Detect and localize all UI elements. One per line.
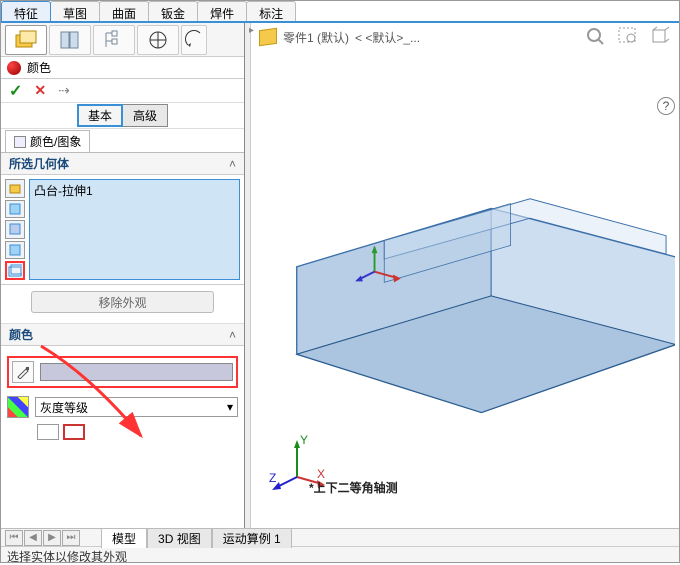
section-color-title: 颜色	[9, 326, 33, 343]
pin-button[interactable]: ⇢	[58, 82, 70, 99]
tab-nav-first[interactable]: ⏮	[5, 530, 23, 546]
bottom-tab-motion[interactable]: 运动算例 1	[212, 528, 292, 548]
zoom-fit-button[interactable]	[583, 25, 609, 47]
display-manager-button[interactable]	[181, 25, 207, 55]
dropdown-icon: ▾	[227, 400, 233, 414]
filter-feature-button[interactable]	[5, 261, 25, 280]
filter-assembly-button[interactable]	[5, 179, 25, 198]
svg-text:Z: Z	[269, 471, 276, 485]
feature-manager-icon	[14, 29, 38, 51]
tab-sheetmetal[interactable]: 钣金	[148, 1, 198, 21]
ribbon-tabs: 特征 草图 曲面 钣金 焊件 标注	[1, 1, 679, 23]
property-manager-button[interactable]	[49, 25, 91, 55]
mode-advanced-button[interactable]: 高级	[123, 104, 168, 127]
3d-viewport[interactable]: Y X Z *上下二等角轴测	[249, 53, 675, 500]
confirm-row: ✓ ✕ ⇢	[1, 79, 244, 103]
tab-nav-prev[interactable]: ◀	[24, 530, 42, 546]
view-label: *上下二等角轴测	[309, 479, 398, 496]
collapse-icon-2: ˄	[229, 328, 236, 342]
filter-part-button[interactable]	[5, 200, 25, 219]
status-bar: 选择实体以修改其外观	[1, 546, 679, 562]
mode-row: 基本 高级	[1, 103, 244, 129]
configuration-manager-icon	[102, 29, 126, 51]
view-tools	[583, 25, 673, 47]
cancel-button[interactable]: ✕	[34, 82, 46, 99]
subtab-label: 颜色/图象	[30, 133, 81, 150]
image-swatch-icon	[14, 136, 26, 148]
display-manager-icon	[184, 29, 204, 51]
palette-value: 灰度等级	[40, 399, 88, 416]
remove-row: 移除外观	[1, 285, 244, 324]
eyedropper-icon	[16, 365, 30, 379]
palette-select[interactable]: 灰度等级 ▾	[35, 397, 238, 417]
ok-button[interactable]: ✓	[9, 81, 22, 101]
geometry-item[interactable]: 凸台-拉伸1	[34, 182, 235, 199]
tab-surface[interactable]: 曲面	[99, 1, 149, 21]
expand-handle[interactable]: ▸	[249, 25, 254, 36]
section-color-header[interactable]: 颜色 ˄	[1, 324, 244, 346]
color-swatch[interactable]	[40, 363, 233, 381]
geometry-area: 凸台-拉伸1	[1, 175, 244, 285]
panel-header: 颜色	[1, 57, 244, 79]
eyedropper-button[interactable]	[12, 361, 34, 383]
property-manager-icon	[58, 29, 82, 51]
tab-sketch[interactable]: 草图	[50, 1, 100, 21]
viewport-area: ▸ 零件1 (默认) < <默认>_...	[245, 23, 679, 528]
appearance-icon	[7, 61, 21, 75]
zoom-area-icon	[617, 26, 639, 46]
zoom-area-button[interactable]	[615, 25, 641, 47]
dimxpert-icon	[146, 29, 170, 51]
dimxpert-manager-button[interactable]	[137, 25, 179, 55]
view-orientation-button[interactable]	[647, 25, 673, 47]
preset-row: 灰度等级 ▾	[7, 396, 238, 418]
breadcrumb-part[interactable]: 零件1 (默认)	[283, 29, 349, 46]
panel-title: 颜色	[27, 59, 51, 76]
color-cell-selected[interactable]	[63, 424, 85, 440]
help-button[interactable]: ?	[657, 97, 675, 115]
bottom-tab-3dview[interactable]: 3D 视图	[147, 528, 212, 548]
property-panel: 颜色 ? ✓ ✕ ⇢ 基本 高级 颜色/图象 所选几何体 ˄	[1, 23, 245, 528]
geometry-list[interactable]: 凸台-拉伸1	[29, 179, 240, 280]
subtab-color-image[interactable]: 颜色/图象	[5, 130, 90, 152]
feature-icon	[8, 264, 22, 278]
collapse-icon: ˄	[229, 157, 236, 171]
color-pick-row	[7, 356, 238, 388]
tab-annotate[interactable]: 标注	[246, 1, 296, 21]
mode-basic-button[interactable]: 基本	[77, 104, 123, 127]
filter-face-button[interactable]	[5, 241, 25, 260]
filter-icons	[5, 179, 27, 280]
configuration-manager-button[interactable]	[93, 25, 135, 55]
section-geometry-title: 所选几何体	[9, 155, 69, 172]
part-file-icon	[259, 28, 277, 47]
view-orientation-icon	[649, 26, 671, 46]
color-area: 灰度等级 ▾	[1, 346, 244, 446]
panel-mode-toolbar	[1, 23, 244, 57]
breadcrumb-state[interactable]: < <默认>_...	[355, 29, 420, 46]
bottom-tab-model[interactable]: 模型	[101, 528, 147, 548]
filter-body-button[interactable]	[5, 220, 25, 239]
face-icon	[8, 243, 22, 257]
svg-text:Y: Y	[300, 433, 308, 447]
tab-nav-last[interactable]: ⏭	[62, 530, 80, 546]
zoom-fit-icon	[585, 26, 607, 46]
tab-feature[interactable]: 特征	[1, 1, 51, 21]
palette-icon[interactable]	[7, 396, 29, 418]
subtab-row: 颜色/图象	[1, 129, 244, 153]
tab-nav-next[interactable]: ▶	[43, 530, 61, 546]
tab-weldment[interactable]: 焊件	[197, 1, 247, 21]
bottom-tabs: ⏮ ◀ ▶ ⏭ 模型 3D 视图 运动算例 1	[1, 528, 679, 546]
assembly-icon	[8, 181, 22, 195]
body-icon	[8, 222, 22, 236]
feature-manager-button[interactable]	[5, 25, 47, 55]
part-icon	[8, 202, 22, 216]
color-cell[interactable]	[37, 424, 59, 440]
remove-appearance-button[interactable]: 移除外观	[31, 291, 214, 313]
section-geometry-header[interactable]: 所选几何体 ˄	[1, 153, 244, 175]
